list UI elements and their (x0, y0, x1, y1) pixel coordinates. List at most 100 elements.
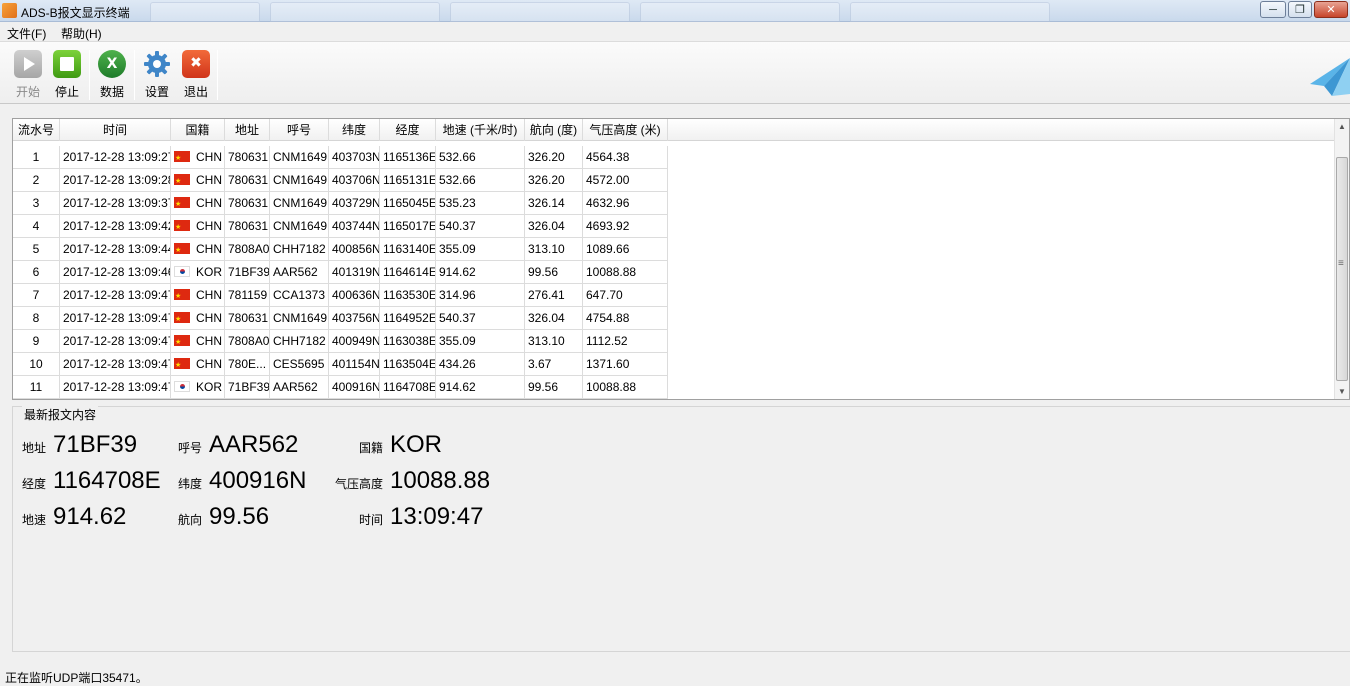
stop-button[interactable]: 停止 (50, 50, 84, 100)
minimize-icon: ─ (1269, 3, 1277, 16)
column-header[interactable]: 时间 (60, 119, 171, 141)
cell-time: 2017-12-28 13:09:47 (60, 353, 171, 375)
close-window-button[interactable]: ✕ (1314, 1, 1348, 18)
exit-button[interactable]: 退出 (179, 50, 213, 100)
callsign-value: AAR562 (209, 431, 299, 458)
close-icon (182, 50, 210, 78)
column-header[interactable]: 国籍 (171, 119, 225, 141)
cell-longitude: 1163504E (380, 353, 436, 375)
cell-longitude: 1165136E (380, 146, 436, 168)
cell-seq: 1 (13, 146, 60, 168)
cell-address: 780631 (225, 192, 270, 214)
latest-message-panel: 最新报文内容 地址 71BF39 呼号 AAR562 国籍 KOR 经度 116… (12, 406, 1350, 652)
status-bar: 正在监听UDP端口35471。 (0, 664, 1350, 686)
country-label: 国籍 (359, 441, 384, 455)
menu-bar: 文件(F) 帮助(H) (0, 22, 1350, 42)
close-icon: ✕ (1326, 4, 1336, 16)
cell-longitude: 1165045E (380, 192, 436, 214)
table-row[interactable]: 1 2017-12-28 13:09:27 CHN 780631 CNM1649… (13, 146, 668, 169)
table-row[interactable]: 4 2017-12-28 13:09:42 CHN 780631 CNM1649… (13, 215, 668, 238)
column-header[interactable]: 经度 (380, 119, 436, 141)
cell-latitude: 400856N (329, 238, 380, 260)
cell-altitude: 1371.60 (583, 353, 668, 375)
cell-longitude: 1163140E (380, 238, 436, 260)
cell-callsign: CHH7182 (270, 238, 329, 260)
china-flag-icon (174, 355, 190, 375)
column-header[interactable]: 地速 (千米/时) (436, 119, 525, 141)
ghost-tab (640, 2, 840, 22)
country-code: CHN (196, 173, 222, 187)
table-row[interactable]: 6 2017-12-28 13:09:46 KOR 71BF39 AAR562 … (13, 261, 668, 284)
cell-altitude: 1112.52 (583, 330, 668, 352)
table-row[interactable]: 5 2017-12-28 13:09:44 CHN 7808A0 CHH7182… (13, 238, 668, 261)
cell-callsign: CNM1649 (270, 215, 329, 237)
cell-address: 71BF39 (225, 376, 270, 398)
column-header[interactable]: 地址 (225, 119, 270, 141)
window-title: ADS-B报文显示终端 (21, 6, 130, 20)
column-header[interactable]: 航向 (度) (525, 119, 583, 141)
longitude-value: 1164708E (53, 467, 161, 494)
cell-seq: 5 (13, 238, 60, 260)
table-row[interactable]: 8 2017-12-28 13:09:47 CHN 780631 CNM1649… (13, 307, 668, 330)
column-header[interactable]: 纬度 (329, 119, 380, 141)
country-code: CHN (196, 288, 222, 302)
toolbar: 开始 停止 数据 (0, 42, 1350, 104)
table-row[interactable]: 11 2017-12-28 13:09:47 KOR 71BF39 AAR562… (13, 376, 668, 399)
cell-seq: 11 (13, 376, 60, 398)
table-row[interactable]: 9 2017-12-28 13:09:47 CHN 7808A0 CHH7182… (13, 330, 668, 353)
cell-altitude: 4632.96 (583, 192, 668, 214)
menu-file[interactable]: 文件(F) (7, 25, 46, 42)
cell-callsign: CES5695 (270, 353, 329, 375)
scroll-down-icon[interactable]: ▼ (1335, 384, 1349, 399)
scrollbar-thumb[interactable] (1336, 157, 1348, 381)
country-code: CHN (196, 334, 222, 348)
minimize-button[interactable]: ─ (1260, 1, 1286, 18)
column-header[interactable]: 呼号 (270, 119, 329, 141)
background-taskbar-tabs (150, 0, 1110, 22)
china-flag-icon (174, 286, 190, 306)
cell-heading: 326.20 (525, 169, 583, 191)
exit-button-label: 退出 (183, 85, 208, 99)
cell-time: 2017-12-28 13:09:27 (60, 146, 171, 168)
cell-heading: 313.10 (525, 330, 583, 352)
scroll-up-icon[interactable]: ▲ (1335, 119, 1349, 134)
settings-button[interactable]: 设置 (140, 50, 174, 100)
cell-altitude: 10088.88 (583, 376, 668, 398)
cell-speed: 355.09 (436, 238, 525, 260)
column-header[interactable]: 流水号 (13, 119, 60, 141)
maximize-button[interactable]: ❐ (1288, 1, 1312, 18)
message-table[interactable]: 流水号 时间 国籍 地址 呼号 纬度 经度 地速 (千米/时) 航向 (度) 气… (12, 118, 1350, 400)
speed-label: 地速 (22, 513, 47, 527)
cell-time: 2017-12-28 13:09:47 (60, 284, 171, 306)
cell-latitude: 403756N (329, 307, 380, 329)
table-scrollbar[interactable]: ▲ ▼ (1334, 119, 1349, 399)
start-button[interactable]: 开始 (11, 50, 45, 100)
cell-latitude: 401154N (329, 353, 380, 375)
cell-time: 2017-12-28 13:09:44 (60, 238, 171, 260)
cell-seq: 4 (13, 215, 60, 237)
address-label: 地址 (22, 441, 47, 455)
column-header[interactable]: 气压高度 (米) (583, 119, 668, 141)
toolbar-separator (217, 50, 218, 100)
cell-callsign: AAR562 (270, 376, 329, 398)
table-row[interactable]: 2 2017-12-28 13:09:28 CHN 780631 CNM1649… (13, 169, 668, 192)
country-value: KOR (390, 431, 443, 458)
table-row[interactable]: 7 2017-12-28 13:09:47 CHN 781159 CCA1373… (13, 284, 668, 307)
cell-country: KOR (171, 376, 225, 398)
cell-country: CHN (171, 215, 225, 237)
altitude-value: 10088.88 (390, 467, 491, 494)
cell-speed: 540.37 (436, 215, 525, 237)
cell-speed: 914.62 (436, 376, 525, 398)
cell-callsign: AAR562 (270, 261, 329, 283)
cell-country: CHN (171, 146, 225, 168)
latitude-value: 400916N (209, 467, 307, 494)
menu-help[interactable]: 帮助(H) (61, 25, 102, 42)
ghost-tab (270, 2, 440, 22)
data-button[interactable]: 数据 (95, 50, 129, 100)
cell-latitude: 400636N (329, 284, 380, 306)
table-row[interactable]: 10 2017-12-28 13:09:47 CHN 780E... CES56… (13, 353, 668, 376)
table-row[interactable]: 3 2017-12-28 13:09:37 CHN 780631 CNM1649… (13, 192, 668, 215)
cell-time: 2017-12-28 13:09:47 (60, 330, 171, 352)
cell-country: KOR (171, 261, 225, 283)
cell-country: CHN (171, 238, 225, 260)
